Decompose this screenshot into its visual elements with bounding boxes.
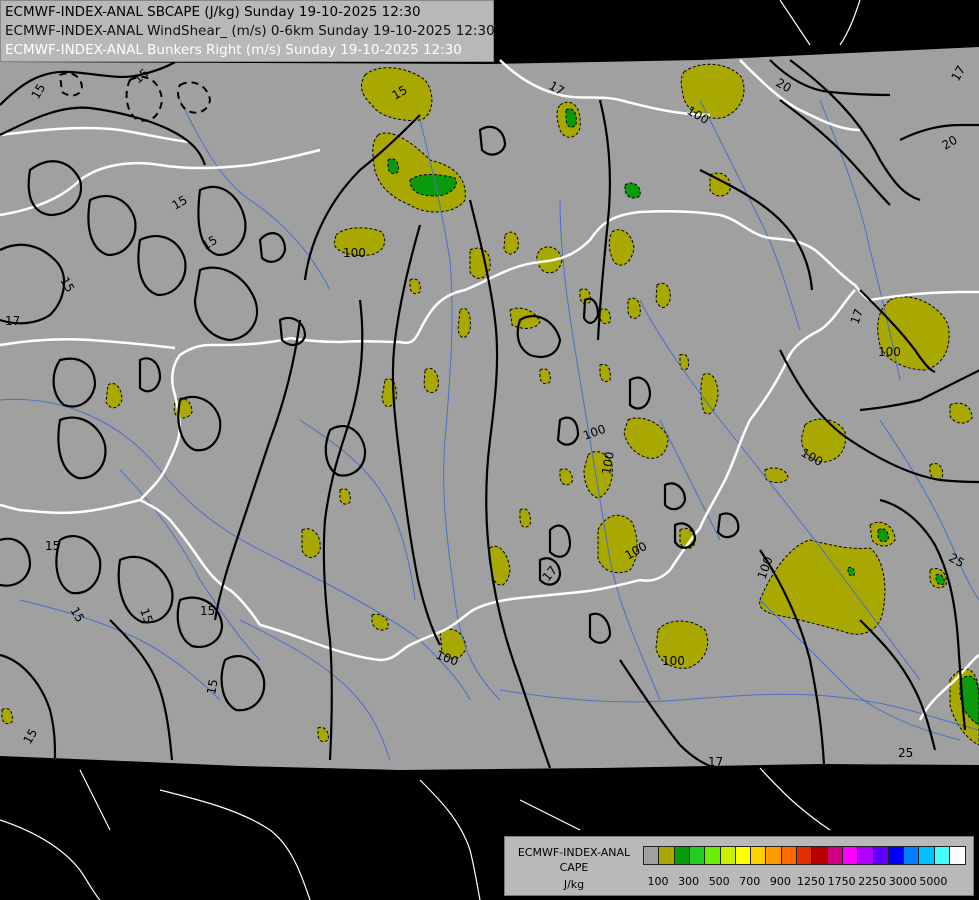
contour-label: 17: [5, 314, 20, 328]
legend-tick-label: 2250: [858, 875, 887, 888]
contour-label: 25: [898, 746, 913, 760]
title-line-bunkers: ECMWF-INDEX-ANAL Bunkers Right (m/s) Sun…: [5, 42, 462, 58]
legend-tick-label: 700: [739, 875, 761, 888]
contour-label: 15: [204, 678, 220, 695]
legend-units: J/kg: [563, 878, 585, 891]
legend-tick-label: 300: [678, 875, 700, 888]
contour-label: 100: [662, 654, 685, 668]
contour-label: 100: [878, 345, 901, 359]
legend-subtitle: CAPE: [559, 861, 589, 874]
legend-tick-label: 1250: [797, 875, 825, 888]
contour-label: 100: [343, 246, 366, 260]
legend-tick-label: 500: [708, 875, 730, 888]
contour-label: 15: [45, 539, 60, 553]
cape-legend: ECMWF-INDEX-ANAL CAPE J/kg 100 300 500 700 9…: [504, 836, 974, 896]
contour-label: 15: [200, 604, 215, 618]
map-title-box: ECMWF-INDEX-ANAL SBCAPE (J/kg) Sunday 19…: [0, 0, 495, 62]
title-line-sbcape: ECMWF-INDEX-ANAL SBCAPE (J/kg) Sunday 19…: [5, 4, 421, 20]
legend-title: ECMWF-INDEX-ANAL: [517, 846, 631, 859]
contour-label: 17: [708, 755, 723, 769]
legend-tick-label: 900: [769, 875, 791, 888]
legend-tick-label: 3000: [888, 875, 917, 888]
weather-map: 15 15 15 15 15 15 15 15 15 15 15 15 17 1…: [0, 0, 979, 900]
legend-tick-label: 100: [647, 875, 669, 888]
title-line-windshear: ECMWF-INDEX-ANAL WindShear_ (m/s) 0-6km …: [5, 23, 495, 39]
legend-tick-label: 5000: [919, 875, 948, 888]
legend-tick-label: 1750: [827, 875, 856, 888]
legend-swatch: [949, 846, 966, 865]
